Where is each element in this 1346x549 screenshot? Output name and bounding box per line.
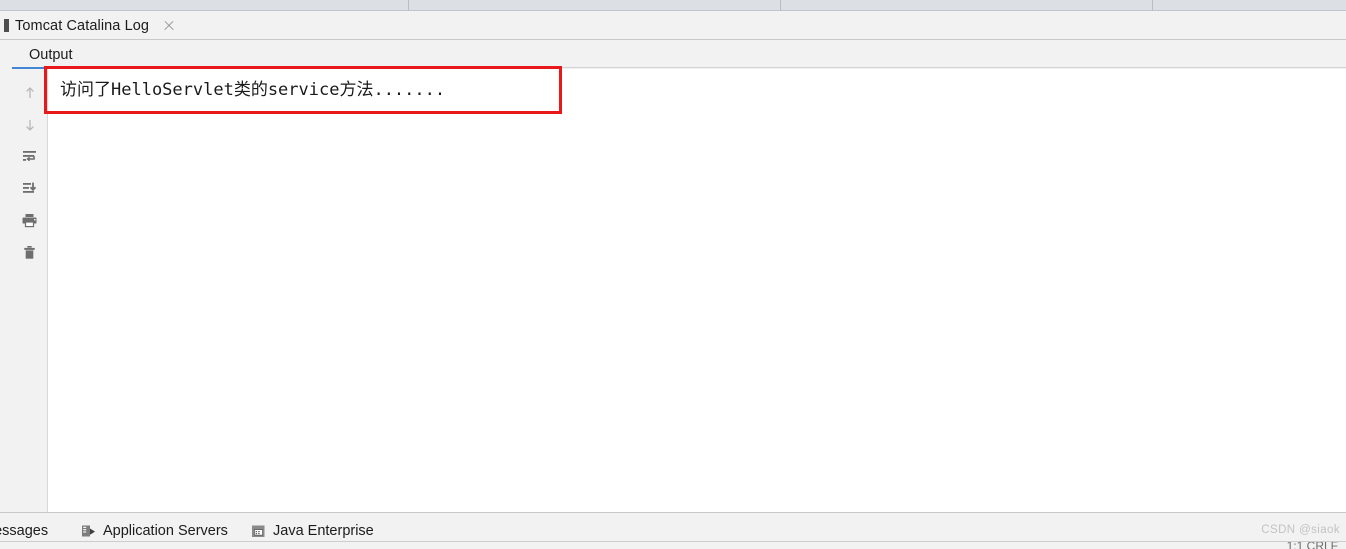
trash-icon[interactable] [16, 239, 44, 266]
subtab-bottom-border [88, 67, 1346, 68]
scroll-to-end-icon[interactable] [16, 175, 44, 202]
status-item-label: Messages [0, 523, 49, 539]
down-arrow-icon[interactable] [16, 111, 44, 138]
print-icon[interactable] [16, 207, 44, 234]
subtab-bar: Output [12, 41, 1346, 69]
status-item-application-servers[interactable]: Application Servers [80, 521, 228, 541]
toolbar-divider [408, 0, 409, 11]
status-item-java-enterprise[interactable]: Java Enterprise [250, 521, 374, 541]
console-log-line: 访问了HelloServlet类的service方法....... [60, 80, 446, 100]
status-item-label: Application Servers [103, 523, 228, 539]
up-arrow-icon[interactable] [16, 79, 44, 106]
tab-bar: Tomcat Catalina Log [0, 11, 1346, 40]
editor-status-sliver: 1:1 CRLF [0, 541, 1346, 549]
application-servers-icon [80, 523, 96, 539]
tab-label: Tomcat Catalina Log [15, 17, 150, 34]
close-icon[interactable] [162, 19, 176, 33]
console-toolbar [12, 69, 48, 512]
watermark: CSDN @siaok [1261, 524, 1340, 536]
caret-position-label: 1:1 CRLF [1286, 541, 1338, 549]
toolbar-divider [780, 0, 781, 11]
tab-tomcat-catalina-log[interactable]: Tomcat Catalina Log [0, 11, 176, 40]
status-item-messages[interactable]: Messages [0, 521, 48, 541]
top-toolbar-strip [0, 0, 1346, 11]
console-output[interactable]: 访问了HelloServlet类的service方法....... [48, 69, 1346, 512]
tab-output[interactable]: Output [29, 41, 73, 69]
java-enterprise-icon [250, 523, 266, 539]
status-item-label: Java Enterprise [273, 523, 374, 539]
subtab-label: Output [29, 47, 73, 63]
tab-pin-icon [4, 19, 9, 32]
toolbar-divider [1152, 0, 1153, 11]
soft-wrap-icon[interactable] [16, 143, 44, 170]
